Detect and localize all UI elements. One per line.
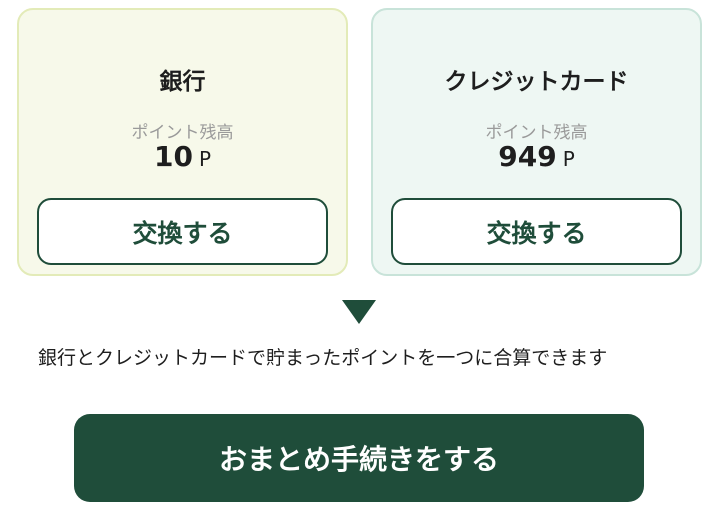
down-triangle-icon (342, 300, 376, 324)
bank-card-title: 銀行 (159, 69, 206, 95)
consolidate-description: 銀行とクレジットカードで貯まったポイントを一つに合算できます (38, 347, 608, 369)
bank-balance-unit: P (198, 147, 212, 171)
credit-card: クレジットカード ポイント残高 949 P 交換する (371, 8, 702, 276)
credit-balance-value: 949 (498, 140, 557, 173)
point-cards: 銀行 ポイント残高 10 P 交換する クレジットカード ポイント残高 949 P … (17, 8, 702, 276)
consolidate-button[interactable]: おまとめ手続きをする (74, 414, 644, 502)
bank-balance: 10 P (19, 140, 346, 173)
bank-balance-value: 10 (153, 140, 193, 173)
credit-exchange-button[interactable]: 交換する (391, 198, 682, 265)
credit-balance: 949 P (373, 140, 700, 173)
points-page: 銀行 ポイント残高 10 P 交換する クレジットカード ポイント残高 949 P … (0, 0, 720, 510)
credit-balance-unit: P (562, 147, 575, 171)
bank-card: 銀行 ポイント残高 10 P 交換する (17, 8, 348, 276)
bank-exchange-button[interactable]: 交換する (37, 198, 328, 265)
credit-card-title: クレジットカード (444, 69, 629, 95)
